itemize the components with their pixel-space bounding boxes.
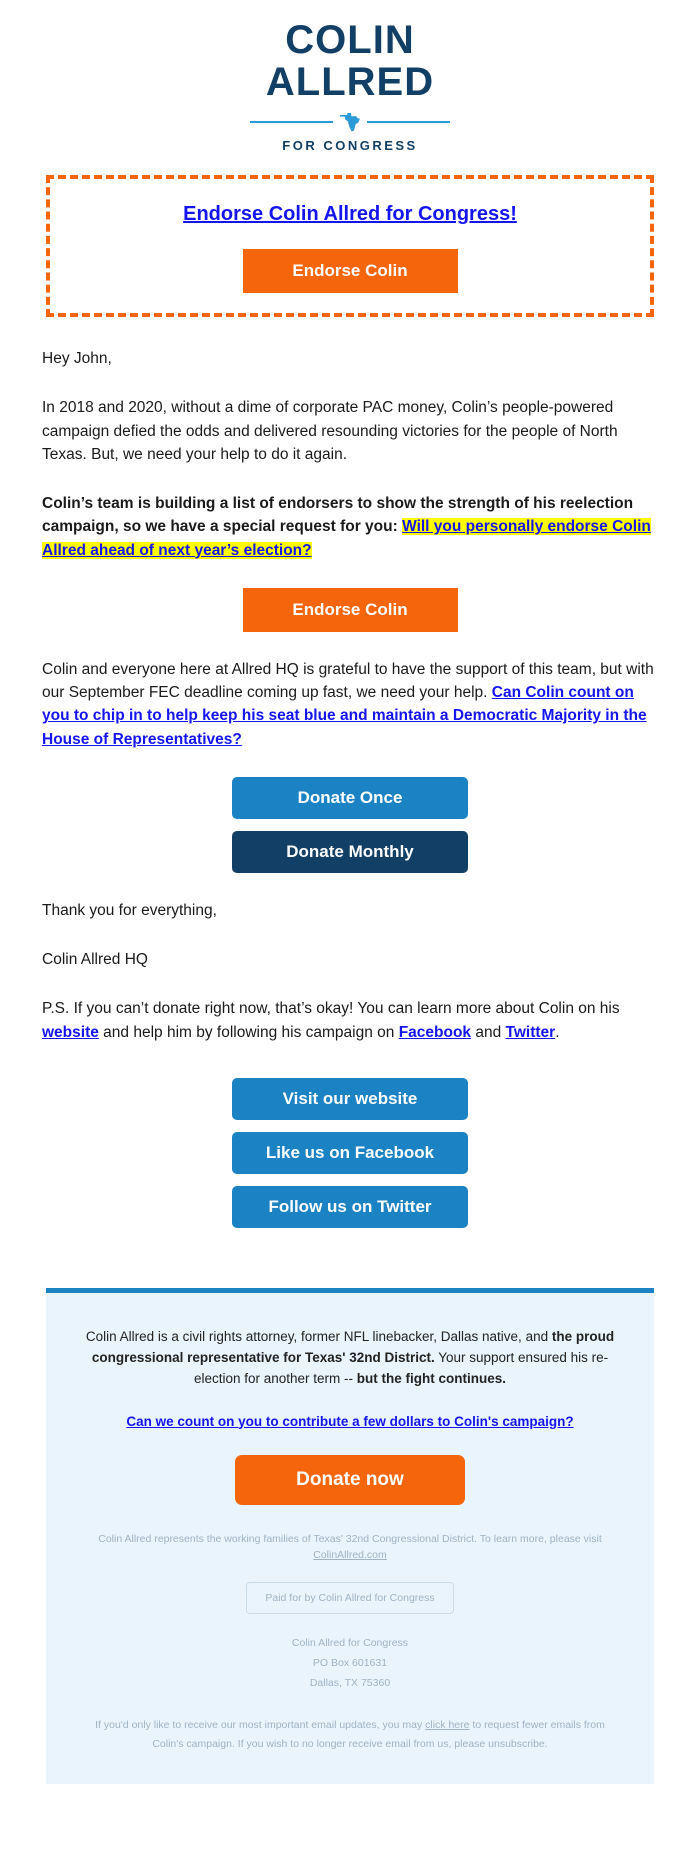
email-content: Hey John, In 2018 and 2020, without a di… [0,347,700,1228]
footer-bio-part1: Colin Allred is a civil rights attorney,… [85,1328,552,1344]
email-body: COLIN ALLRED FOR CONGRESS Endorse Colin … [0,0,700,1844]
footer-bio-bold2: but the fight continues. [356,1370,507,1386]
colinallred-site-link[interactable]: ColinAllred.com [313,1549,387,1561]
footer-address: Colin Allred for Congress PO Box 601631 … [80,1634,620,1694]
footer-unsubscribe: If you'd only like to receive our most i… [80,1716,620,1754]
divider-rule-left [250,121,333,123]
footer-contribute-link[interactable]: Can we count on you to contribute a few … [80,1414,620,1429]
footer-disclaimer-prefix: Colin Allred represents the working fami… [98,1532,602,1545]
campaign-logo: COLIN ALLRED FOR CONGRESS [0,0,700,161]
divider-rule-right [367,121,450,123]
endorse-colin-button-middle[interactable]: Endorse Colin [242,587,458,632]
logo-line-colin: COLIN [285,18,415,62]
follow-twitter-button[interactable]: Follow us on Twitter [232,1185,468,1228]
ps-and: and [471,1023,506,1041]
website-link[interactable]: website [42,1024,99,1041]
visit-website-button[interactable]: Visit our website [232,1077,468,1120]
donate-now-button[interactable]: Donate now [235,1454,465,1505]
unsub-prefix: If you'd only like to receive our most i… [95,1718,426,1731]
greeting-text: Hey John, [42,350,112,367]
logo-divider [250,112,450,132]
ps-mid: and help him by following his campaign o… [98,1023,399,1041]
email-footer: Colin Allred is a civil rights attorney,… [46,1287,654,1784]
footer-disclaimer: Colin Allred represents the working fami… [80,1531,620,1565]
thanks-text: Thank you for everything, [42,901,217,919]
texas-state-icon [339,112,361,132]
ps-end: . [555,1023,560,1041]
address-line-3: Dallas, TX 75360 [309,1676,391,1689]
paragraph-one: In 2018 and 2020, without a dime of corp… [42,399,618,463]
footer-bio-text: Colin Allred is a civil rights attorney,… [80,1327,620,1390]
like-facebook-button[interactable]: Like us on Facebook [232,1131,468,1174]
click-here-link[interactable]: click here [425,1719,469,1731]
bottom-spacer [0,1784,700,1844]
social-buttons: Visit our website Like us on Facebook Fo… [42,1077,658,1228]
paragraph-two: Colin’s team is building a list of endor… [42,492,658,562]
donate-monthly-button[interactable]: Donate Monthly [232,830,468,873]
endorse-headline-link[interactable]: Endorse Colin Allred for Congress! [183,201,517,227]
logo-subtitle: FOR CONGRESS [282,138,418,153]
paid-for-disclosure: Paid for by Colin Allred for Congress [246,1582,454,1615]
logo-line-allred: ALLRED [265,60,435,104]
facebook-link[interactable]: Facebook [399,1024,471,1041]
postscript-text: P.S. If you can’t donate right now, that… [42,997,658,1044]
address-line-1: Colin Allred for Congress [291,1637,409,1650]
twitter-link[interactable]: Twitter [506,1024,556,1041]
donate-buttons-row: Donate Once Donate Monthly [42,776,658,873]
donate-monthly-wrap: Donate Monthly [42,830,658,873]
endorse-callout-box: Endorse Colin Allred for Congress! Endor… [46,175,654,317]
endorse-colin-button-top[interactable]: Endorse Colin [242,249,458,293]
address-line-2: PO Box 601631 [312,1657,388,1670]
endorse-button-row: Endorse Colin [42,587,658,632]
paragraph-three: Colin and everyone here at Allred HQ is … [42,658,658,751]
signature-text: Colin Allred HQ [42,951,148,968]
ps-prefix: P.S. If you can’t donate right now, that… [42,1000,620,1018]
donate-once-button[interactable]: Donate Once [232,776,468,819]
